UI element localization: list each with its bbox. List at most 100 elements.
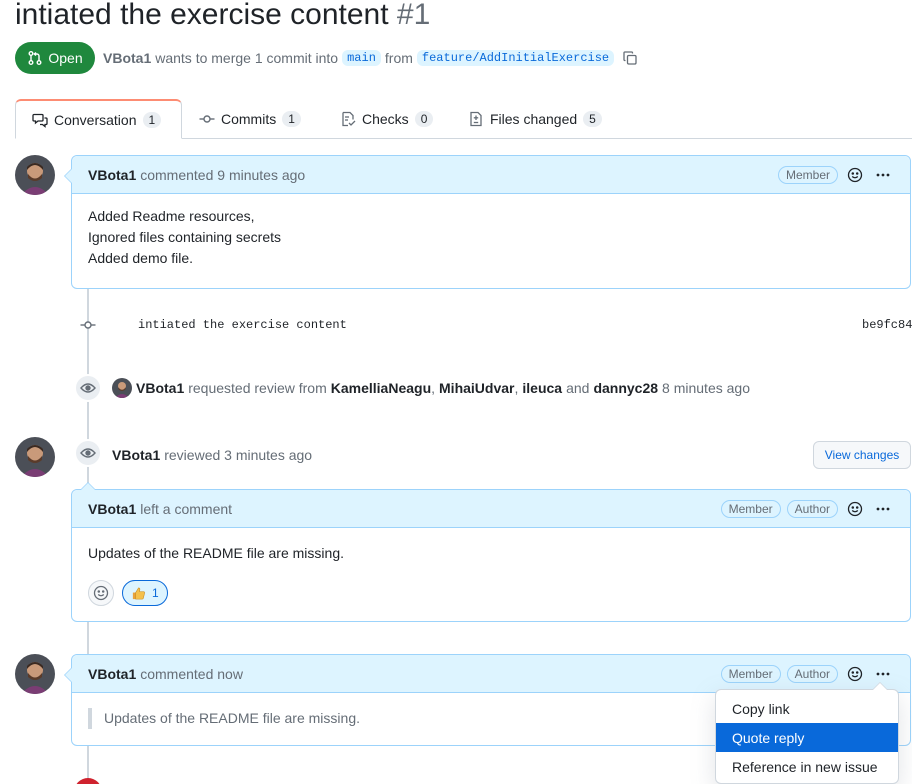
copy-icon[interactable] bbox=[622, 50, 638, 66]
reviewer-link[interactable]: KamelliaNeagu bbox=[331, 380, 431, 396]
menu-item-reference-issue[interactable]: Reference in new issue bbox=[716, 752, 898, 781]
pr-from-text: from bbox=[384, 50, 413, 66]
smiley-icon[interactable] bbox=[844, 663, 866, 685]
avatar[interactable] bbox=[112, 378, 132, 398]
pr-state-badge: Open bbox=[15, 42, 95, 74]
tab-conversation[interactable]: Conversation 1 bbox=[15, 99, 182, 139]
menu-item-copy-link[interactable]: Copy link bbox=[716, 694, 898, 723]
comment-header: VBota1 commented 9 minutes ago Member bbox=[72, 156, 910, 194]
tab-checks-label: Checks bbox=[362, 111, 409, 127]
pr-state-label: Open bbox=[48, 50, 83, 66]
pr-title-text: intiated the exercise content bbox=[15, 0, 389, 31]
reaction-count: 1 bbox=[152, 586, 159, 600]
avatar-image bbox=[15, 654, 55, 694]
event-time[interactable]: 8 minutes ago bbox=[662, 380, 750, 396]
comment-caret bbox=[64, 667, 72, 683]
pr-author-link[interactable]: VBota1 bbox=[103, 50, 151, 66]
pr-number: #1 bbox=[396, 0, 431, 31]
review-badge bbox=[74, 439, 102, 467]
tab-checks-count: 0 bbox=[414, 111, 434, 127]
kebab-horizontal-icon[interactable] bbox=[872, 164, 894, 186]
comment-header: VBota1 commented now Member Author bbox=[72, 655, 910, 693]
comment-action: left a comment bbox=[140, 500, 233, 517]
comment-box: VBota1 commented 9 minutes ago Member Ad… bbox=[64, 155, 911, 289]
eye-icon bbox=[80, 448, 96, 458]
git-pull-request-icon bbox=[28, 51, 42, 65]
thumbs-up-reaction[interactable]: 1 bbox=[122, 580, 168, 606]
separator: , bbox=[431, 380, 436, 396]
tab-conversation-label: Conversation bbox=[54, 111, 137, 128]
review-request-event: VBota1 requested review from KamelliaNea… bbox=[112, 378, 750, 398]
avatar-image bbox=[15, 155, 55, 195]
commit-badge bbox=[80, 317, 96, 336]
eye-icon bbox=[80, 383, 96, 393]
git-commit-icon bbox=[199, 115, 215, 123]
comment-body: Updates of the README file are missing. bbox=[88, 545, 344, 561]
pr-merge-text: wants to merge 1 commit into bbox=[155, 50, 339, 66]
comment-author[interactable]: VBota1 bbox=[88, 666, 136, 682]
smiley-icon bbox=[93, 585, 109, 601]
commit-sha[interactable]: be9fc84 bbox=[862, 318, 912, 332]
reviewer-link[interactable]: MihaiUdvar bbox=[439, 380, 514, 396]
base-branch[interactable]: main bbox=[342, 50, 381, 66]
comment-box: VBota1 left a comment Member Author Upda… bbox=[71, 482, 911, 622]
git-commit-icon bbox=[80, 321, 96, 329]
avatar-image bbox=[15, 437, 55, 477]
menu-item-quote-reply[interactable]: Quote reply bbox=[716, 723, 898, 752]
comment-author[interactable]: VBota1 bbox=[88, 501, 136, 517]
comment-actions-menu: Copy link Quote reply Reference in new i… bbox=[715, 682, 899, 784]
comment-body: Added Readme resources, Ignored files co… bbox=[72, 194, 910, 281]
comment-line: Added Readme resources, bbox=[88, 208, 255, 224]
smiley-icon[interactable] bbox=[844, 498, 866, 520]
tab-commits[interactable]: Commits 1 bbox=[183, 99, 317, 139]
separator: , bbox=[514, 380, 519, 396]
member-badge: Member bbox=[720, 499, 781, 518]
event-text: requested review from bbox=[188, 380, 327, 396]
avatar[interactable] bbox=[15, 437, 55, 477]
member-badge: Member bbox=[720, 664, 781, 683]
closed-badge bbox=[74, 778, 102, 784]
tab-files-changed[interactable]: Files changed 5 bbox=[452, 99, 618, 139]
comment-line: Ignored files containing secrets bbox=[88, 229, 281, 245]
tab-checks[interactable]: Checks 0 bbox=[324, 99, 449, 139]
event-author[interactable]: VBota1 bbox=[136, 380, 184, 396]
comment-caret bbox=[80, 482, 96, 490]
tab-files-changed-count: 5 bbox=[583, 111, 602, 127]
add-reaction-button[interactable] bbox=[88, 580, 114, 606]
tab-conversation-count: 1 bbox=[142, 111, 162, 128]
pr-meta: VBota1 wants to merge 1 commit into main… bbox=[103, 50, 638, 66]
author-badge: Author bbox=[786, 664, 838, 683]
menu-arrow bbox=[872, 682, 888, 690]
tab-commits-label: Commits bbox=[221, 111, 277, 127]
event-and: and bbox=[566, 380, 590, 396]
head-branch[interactable]: feature/AddInitialExercise bbox=[416, 50, 615, 66]
review-request-badge bbox=[74, 374, 102, 402]
comment-timestamp[interactable]: commented now bbox=[140, 666, 243, 682]
pr-title: intiated the exercise content #1 bbox=[15, 0, 430, 32]
comment-timestamp[interactable]: commented 9 minutes ago bbox=[140, 167, 305, 183]
comment-line: Added demo file. bbox=[88, 250, 194, 266]
avatar[interactable] bbox=[15, 155, 55, 195]
file-diff-icon bbox=[470, 111, 482, 127]
thumbs-up-icon bbox=[132, 587, 145, 599]
checklist-icon bbox=[342, 111, 356, 127]
review-event: VBota1 reviewed 3 minutes ago bbox=[112, 447, 312, 463]
event-author[interactable]: VBota1 bbox=[112, 447, 160, 463]
comment-caret bbox=[64, 168, 72, 184]
smiley-icon[interactable] bbox=[844, 164, 866, 186]
view-changes-button[interactable]: View changes bbox=[813, 441, 911, 469]
tab-commits-count: 1 bbox=[282, 111, 301, 127]
comment-author[interactable]: VBota1 bbox=[88, 167, 136, 183]
comment-header: VBota1 left a comment Member Author bbox=[72, 490, 910, 528]
avatar[interactable] bbox=[15, 654, 55, 694]
kebab-horizontal-icon[interactable] bbox=[872, 498, 894, 520]
event-text[interactable]: reviewed 3 minutes ago bbox=[164, 447, 312, 463]
reviewer-link[interactable]: ileuca bbox=[522, 380, 562, 396]
comment-discussion-icon bbox=[32, 113, 48, 128]
reviewer-link[interactable]: dannyc28 bbox=[593, 380, 658, 396]
commit-message[interactable]: intiated the exercise content bbox=[138, 318, 347, 332]
tab-files-changed-label: Files changed bbox=[490, 111, 578, 127]
reactions: 1 bbox=[88, 580, 168, 606]
author-badge: Author bbox=[786, 499, 838, 518]
member-badge: Member bbox=[777, 165, 838, 184]
